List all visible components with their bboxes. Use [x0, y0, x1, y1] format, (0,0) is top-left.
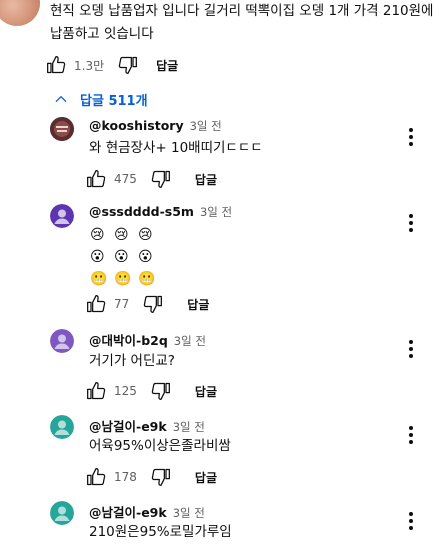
like-icon[interactable] — [86, 294, 106, 314]
more-vert-icon[interactable] — [409, 340, 413, 358]
replies-toggle[interactable]: 답글 511개 — [54, 90, 148, 109]
reply-avatar[interactable] — [50, 415, 74, 439]
dislike-icon[interactable] — [151, 169, 171, 189]
reply-header: @남걸이-e9k 3일 전 — [89, 502, 205, 521]
reply-text: 거기가 어딘교? — [89, 353, 175, 369]
like-count: 1.3만 — [74, 58, 105, 73]
top-comment-text: 현직 오뎅 납품업자 입니다 길거리 떡뽁이집 오뎅 1개 가격 210원에 납… — [50, 3, 434, 42]
reply-button[interactable]: 답글 — [187, 296, 209, 313]
reply-button[interactable]: 답글 — [195, 469, 217, 486]
emoji: 😢 — [90, 227, 105, 243]
replies-toggle-label: 답글 511개 — [80, 93, 148, 109]
reply-actions: 475 답글 — [86, 168, 217, 190]
reply-handle[interactable]: @남걸이-e9k — [89, 502, 167, 521]
reply-handle[interactable]: @kooshistory — [89, 118, 184, 133]
reply-handle[interactable]: @남걸이-e9k — [89, 416, 167, 435]
top-comment-avatar[interactable] — [0, 0, 40, 26]
reply-actions: 178 답글 — [86, 466, 217, 488]
reply-avatar[interactable] — [50, 329, 74, 353]
reply-actions: 77 답글 — [86, 293, 209, 315]
emoji: 😮 — [90, 249, 105, 265]
emoji: 😬 — [138, 271, 156, 287]
reply-time[interactable]: 3일 전 — [173, 505, 205, 521]
dislike-icon[interactable] — [143, 294, 163, 314]
reply-button[interactable]: 답글 — [195, 383, 217, 400]
reply-handle[interactable]: @sssdddd-s5m — [89, 204, 194, 219]
like-count: 475 — [114, 172, 137, 186]
like-icon[interactable] — [86, 381, 106, 401]
chevron-up-icon — [54, 92, 68, 106]
reply-handle[interactable]: @대박이-b2q — [89, 330, 168, 349]
reply-text: 어육95%이상은졸라비쌈 — [89, 438, 231, 454]
reply-avatar[interactable] — [50, 204, 74, 228]
more-vert-icon[interactable] — [409, 214, 413, 232]
emoji: 😮 — [114, 249, 129, 265]
like-count: 125 — [114, 384, 137, 398]
reply-emoji-grid: 😢 😢 😢 😮 😮 😮 😬 😬 😬 — [90, 226, 160, 288]
reply-time[interactable]: 3일 전 — [174, 333, 206, 349]
reply-avatar[interactable] — [50, 117, 74, 141]
reply-time[interactable]: 3일 전 — [200, 204, 232, 220]
dislike-icon[interactable] — [151, 381, 171, 401]
reply-avatar[interactable] — [50, 501, 74, 525]
emoji: 😮 — [138, 249, 153, 265]
more-vert-icon[interactable] — [409, 128, 413, 146]
reply-text: 와 현금장사+ 10배띠기ㄷㄷㄷ — [89, 140, 263, 156]
like-icon[interactable] — [86, 169, 106, 189]
reply-text: 210원은95%로밀가루임 — [89, 524, 232, 540]
reply-header: @kooshistory 3일 전 — [89, 118, 222, 134]
reply-button[interactable]: 답글 — [156, 57, 178, 74]
top-comment-actions: 1.3만 답글 — [46, 54, 178, 76]
like-count: 77 — [114, 297, 130, 311]
emoji: 😬 — [90, 271, 108, 287]
emoji: 😢 — [138, 227, 153, 243]
reply-button[interactable]: 답글 — [195, 171, 217, 188]
more-vert-icon[interactable] — [409, 512, 413, 530]
dislike-icon[interactable] — [118, 55, 138, 75]
reply-time[interactable]: 3일 전 — [173, 419, 205, 435]
dislike-icon[interactable] — [151, 467, 171, 487]
reply-time[interactable]: 3일 전 — [190, 118, 222, 134]
more-vert-icon[interactable] — [409, 426, 413, 444]
reply-header: @남걸이-e9k 3일 전 — [89, 416, 205, 435]
like-icon[interactable] — [46, 55, 66, 75]
reply-header: @sssdddd-s5m 3일 전 — [89, 204, 232, 220]
reply-header: @대박이-b2q 3일 전 — [89, 330, 206, 349]
like-icon[interactable] — [86, 467, 106, 487]
emoji: 😬 — [114, 271, 132, 287]
emoji: 😢 — [114, 227, 129, 243]
reply-actions: 125 답글 — [86, 380, 217, 402]
like-count: 178 — [114, 470, 137, 484]
